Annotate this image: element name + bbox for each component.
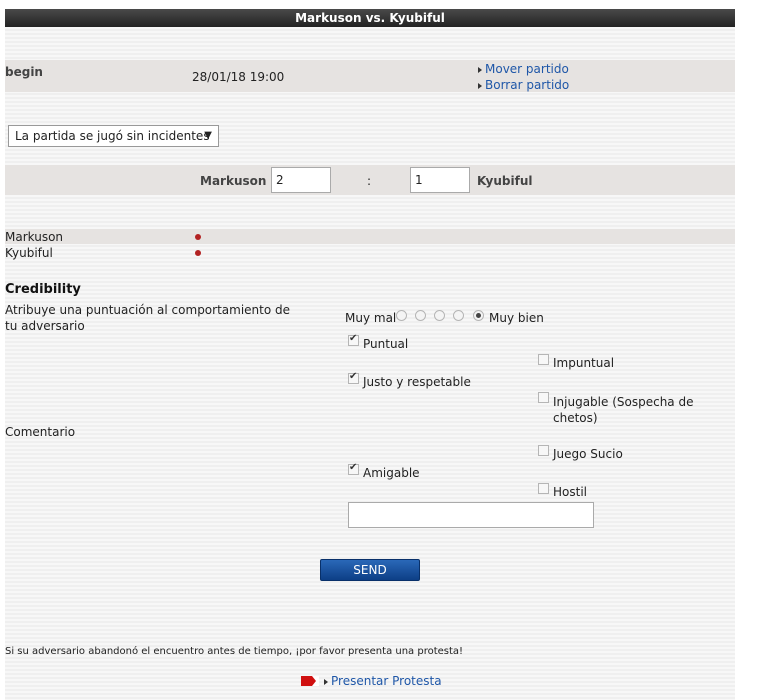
rating-prompt: Atribuye una puntuación al comportamient…: [5, 303, 291, 333]
checkbox-hostil[interactable]: [538, 483, 549, 494]
protest-link[interactable]: Presentar Protesta: [324, 674, 442, 688]
delete-match-label: Borrar partido: [485, 78, 570, 92]
rating-radio-4[interactable]: [453, 310, 464, 321]
comment-label: Comentario: [5, 425, 76, 439]
result-select-value: La partida se jugó sin incidentes: [15, 129, 210, 143]
score-separator: :: [367, 174, 372, 188]
credibility-heading: Credibility: [5, 282, 81, 297]
rating-low-label: Muy mal: [345, 311, 397, 325]
status-dot-icon: [195, 234, 201, 240]
player-row-highlight: [5, 229, 735, 244]
away-player-name: Kyubiful: [477, 174, 533, 188]
delete-match-link[interactable]: Borrar partido: [478, 78, 569, 92]
checkbox-amigable[interactable]: [348, 462, 359, 475]
result-select[interactable]: La partida se jugó sin incidentes ▼: [8, 125, 219, 147]
home-score-input[interactable]: 2: [271, 167, 331, 193]
checkbox-label: Impuntual: [553, 356, 615, 370]
bullet-arrow-icon: [478, 66, 482, 73]
dropdown-arrow-icon: ▼: [204, 130, 212, 141]
comment-input[interactable]: [348, 502, 594, 528]
send-button[interactable]: SEND: [320, 559, 420, 581]
rating-radio-3[interactable]: [434, 310, 445, 321]
rating-high-label: Muy bien: [489, 311, 544, 325]
checkbox-justo[interactable]: [348, 371, 359, 384]
checkbox-label: Juego Sucio: [553, 447, 623, 461]
move-match-link[interactable]: Mover partido: [478, 62, 569, 76]
player-name: Markuson: [5, 230, 64, 244]
status-dot-icon: [195, 250, 201, 256]
move-match-label: Mover partido: [485, 62, 569, 76]
checkbox-injugable[interactable]: [538, 392, 549, 403]
checkbox-label: Puntual: [363, 337, 409, 351]
flag-icon: [301, 676, 319, 686]
match-info-row: [5, 60, 735, 92]
away-score-input[interactable]: 1: [410, 167, 470, 193]
bullet-arrow-icon: [478, 82, 482, 89]
protest-notice: Si su adversario abandonó el encuentro a…: [5, 646, 464, 657]
rating-radio-5[interactable]: [473, 310, 484, 321]
page-title: Markuson vs. Kyubiful: [5, 9, 735, 27]
player-name: Kyubiful: [5, 246, 53, 260]
home-player-name: Markuson: [200, 174, 267, 188]
bullet-arrow-icon: [324, 678, 328, 685]
match-datetime: 28/01/18 19:00: [192, 70, 285, 84]
checkbox-label: Amigable: [363, 466, 420, 480]
checkbox-juego-sucio[interactable]: [538, 445, 549, 456]
rating-radio-1[interactable]: [396, 310, 407, 321]
checkbox-impuntual[interactable]: [538, 354, 549, 365]
checkbox-label: Justo y respetable: [363, 375, 471, 389]
protest-link-label: Presentar Protesta: [331, 674, 442, 688]
rating-radio-2[interactable]: [415, 310, 426, 321]
checkbox-label: Injugable (Sospecha de chetos): [553, 395, 694, 425]
match-label: begin: [5, 65, 43, 79]
checkbox-puntual[interactable]: [348, 333, 359, 346]
checkbox-label: Hostil: [553, 485, 587, 499]
